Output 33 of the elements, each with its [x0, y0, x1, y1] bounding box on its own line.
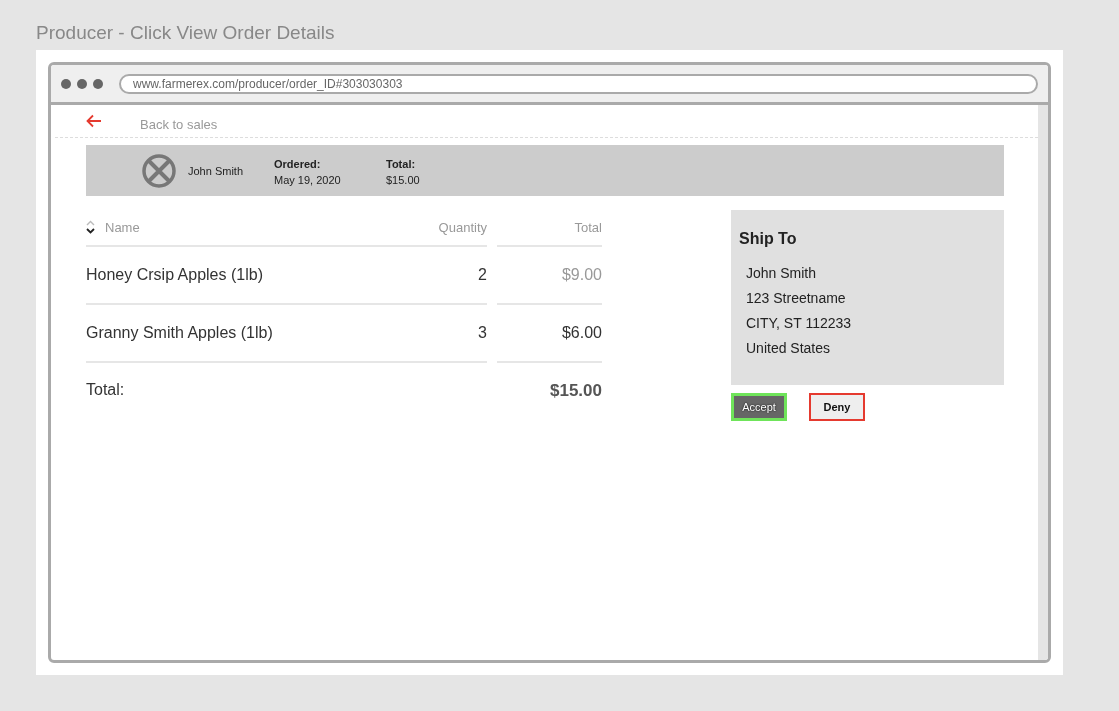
total-value: $15.00 [386, 173, 420, 186]
total-label: Total: [386, 156, 417, 172]
table-cell: Granny Smith Apples (1lb) [86, 324, 273, 342]
deny-button[interactable]: Deny [809, 393, 865, 421]
window-dot [77, 78, 87, 89]
ordered-date: May 19, 2020 [274, 173, 341, 186]
accept-button[interactable]: Accept [731, 393, 787, 421]
panel-title: Ship To [739, 230, 798, 248]
column-header: Total [574, 219, 602, 235]
table-cell: Honey Crsip Apples (1lb) [86, 266, 263, 284]
avatar-placeholder-icon [142, 152, 176, 189]
column-header: Quantity [438, 219, 487, 235]
window-dot [61, 78, 71, 89]
address-line: CITY, ST 112233 [745, 314, 853, 333]
table-cell: 3 [478, 324, 487, 342]
address-line: United States [745, 339, 832, 358]
total-label: Total: [86, 381, 125, 399]
table-cell: $9.00 [561, 266, 602, 284]
ordered-label: Ordered: [274, 156, 322, 172]
table-cell: 2 [478, 266, 487, 284]
sort-icon[interactable] [86, 220, 95, 234]
frame-title: Producer - Click View Order Details [36, 22, 336, 45]
back-arrow-icon[interactable] [86, 114, 102, 128]
address-bar[interactable]: www.farmerex.com/producer/order_ID#303030303 [119, 73, 1038, 94]
column-header[interactable]: Name [105, 219, 140, 235]
window-dot [93, 78, 103, 89]
back-link[interactable]: Back to sales [140, 110, 218, 132]
customer-name: John Smith [188, 164, 245, 177]
table-cell: $6.00 [561, 324, 602, 342]
address-line: John Smith [745, 264, 818, 283]
scrollbar[interactable] [1038, 105, 1048, 660]
total-value: $15.00 [550, 381, 602, 401]
address-line: 123 Streetname [745, 289, 847, 308]
